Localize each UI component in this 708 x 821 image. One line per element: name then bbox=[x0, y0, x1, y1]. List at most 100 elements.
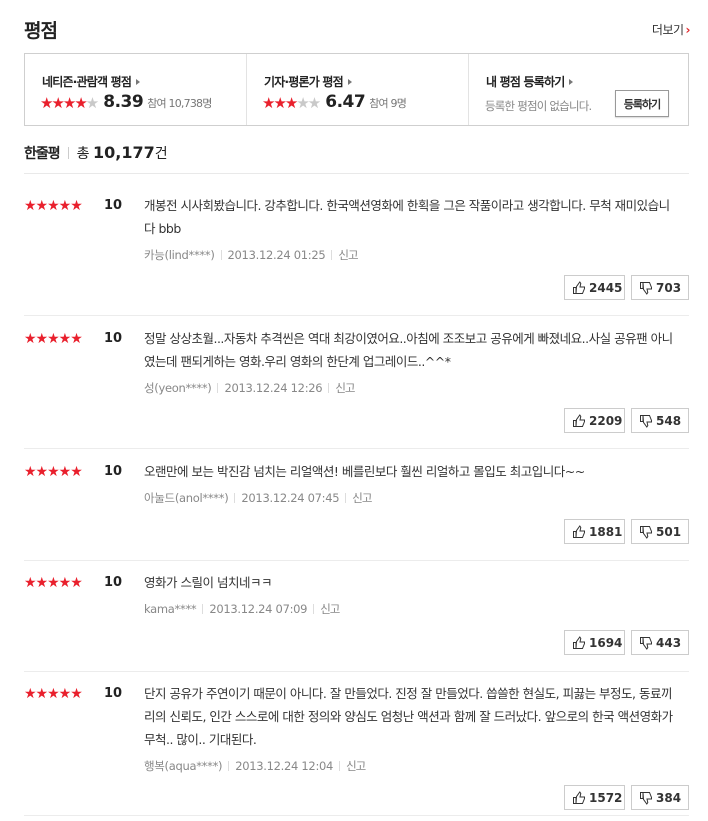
triangle-right-icon bbox=[136, 79, 141, 85]
stars-empty: ★★ bbox=[296, 94, 321, 112]
netizen-rating-label: 네티즌·관람객 평점 bbox=[42, 75, 132, 89]
thumbs-up-icon bbox=[573, 635, 585, 649]
review-total-prefix: 총 bbox=[76, 146, 90, 162]
triangle-right-icon bbox=[569, 79, 574, 85]
section-header: 평점 더보기 › bbox=[24, 16, 691, 44]
divider bbox=[331, 250, 333, 260]
more-label: 더보기 bbox=[651, 23, 684, 37]
review-score: 10 bbox=[104, 686, 123, 701]
review-stars: ★★★★★ bbox=[24, 686, 83, 702]
like-count: 1881 bbox=[589, 524, 623, 539]
review-date: 2013.12.24 07:45 bbox=[241, 491, 340, 505]
dislike-count: 501 bbox=[656, 524, 682, 539]
my-rating-link[interactable]: 내 평점 등록하기 bbox=[486, 73, 574, 90]
review-date: 2013.12.24 12:26 bbox=[224, 381, 323, 395]
review-stars: ★★★★★ bbox=[24, 331, 83, 347]
review-score: 10 bbox=[104, 331, 123, 346]
review-meta: 아눌드(anol****) 2013.12.24 07:45 신고 bbox=[144, 490, 372, 506]
thumbs-up-icon bbox=[573, 413, 585, 427]
review-total-suffix: 건 bbox=[154, 146, 168, 162]
review-item: ★★★★★ 10 영화가 스릴이 넘치네ㅋㅋ kama**** 2013.12.2… bbox=[24, 575, 689, 672]
like-button[interactable]: 1881 bbox=[564, 519, 625, 544]
like-button[interactable]: 2209 bbox=[564, 408, 625, 433]
triangle-right-icon bbox=[347, 79, 352, 85]
review-item: ★★★★★ 10 개봉전 시사회봤습니다. 강추합니다. 한국액션영화에 한획을… bbox=[24, 198, 689, 316]
divider bbox=[313, 604, 315, 614]
like-button[interactable]: 1572 bbox=[564, 785, 625, 810]
critic-participants: 참여 9명 bbox=[369, 97, 407, 110]
divider bbox=[328, 383, 330, 393]
review-count: 한줄평 총 10,177건 bbox=[24, 143, 168, 163]
review-score: 10 bbox=[104, 464, 123, 479]
review-author[interactable]: 아눌드(anol****) bbox=[144, 491, 229, 505]
review-score: 10 bbox=[104, 575, 123, 590]
review-meta: 카능(lind****) 2013.12.24 01:25 신고 bbox=[144, 247, 359, 263]
review-count-label: 한줄평 bbox=[24, 146, 61, 162]
stars-filled: ★★★★ bbox=[40, 94, 88, 112]
divider bbox=[67, 147, 69, 159]
review-meta: kama**** 2013.12.24 07:09 신고 bbox=[144, 601, 340, 617]
critic-rating-label: 기자·평론가 평점 bbox=[264, 75, 344, 89]
netizen-score: 8.39 bbox=[103, 92, 144, 112]
review-stars: ★★★★★ bbox=[24, 464, 83, 480]
dislike-button[interactable]: 384 bbox=[631, 785, 689, 810]
review-text: 개봉전 시사회봤습니다. 강추합니다. 한국액션영화에 한획을 그은 작품이라고… bbox=[144, 198, 670, 236]
divider bbox=[217, 383, 219, 393]
report-link[interactable]: 신고 bbox=[338, 248, 358, 262]
thumbs-up-icon bbox=[573, 790, 585, 804]
no-rating-text: 등록한 평점이 없습니다. bbox=[485, 99, 592, 113]
review-stars: ★★★★★ bbox=[24, 575, 83, 591]
dislike-count: 703 bbox=[656, 280, 682, 295]
like-button[interactable]: 1694 bbox=[564, 630, 625, 655]
rating-summary-box: 네티즌·관람객 평점 ★★★★★ 8.39 참여 10,738명 기자·평론가 평점… bbox=[24, 53, 689, 126]
thumbs-down-icon bbox=[640, 281, 652, 295]
divider bbox=[220, 250, 222, 260]
critic-score: 6.47 bbox=[325, 92, 366, 112]
review-text: 정말 상상초월...자동차 추격씬은 역대 최강이였어요..아침에 조조보고 공… bbox=[144, 331, 673, 369]
thumbs-up-icon bbox=[573, 524, 585, 538]
review-text: 오랜만에 보는 박진감 넘치는 리얼액션! 베를린보다 훨씬 리얼하고 몰입도 … bbox=[144, 464, 585, 479]
critic-rating-link[interactable]: 기자·평론가 평점 bbox=[264, 73, 352, 90]
netizen-rating: 네티즌·관람객 평점 ★★★★★ 8.39 참여 10,738명 bbox=[25, 54, 246, 125]
stars-empty: ★ bbox=[85, 94, 100, 112]
register-rating-button[interactable]: 등록하기 bbox=[615, 90, 669, 117]
review-item: ★★★★★ 10 정말 상상초월...자동차 추격씬은 역대 최강이였어요..아… bbox=[24, 331, 689, 449]
review-author[interactable]: 성(yeon****) bbox=[144, 381, 212, 395]
dislike-button[interactable]: 501 bbox=[631, 519, 689, 544]
dislike-count: 384 bbox=[656, 790, 682, 805]
review-text: 단지 공유가 주연이기 때문이 아니다. 잘 만들었다. 진정 잘 만들었다. … bbox=[144, 686, 673, 747]
review-date: 2013.12.24 07:09 bbox=[209, 602, 308, 616]
like-count: 1694 bbox=[589, 635, 623, 650]
divider bbox=[339, 761, 341, 771]
report-link[interactable]: 신고 bbox=[335, 381, 355, 395]
review-author[interactable]: kama**** bbox=[144, 602, 197, 616]
thumbs-up-icon bbox=[573, 280, 585, 294]
like-button[interactable]: 2445 bbox=[564, 275, 625, 300]
report-link[interactable]: 신고 bbox=[346, 759, 366, 773]
netizen-rating-link[interactable]: 네티즌·관람객 평점 bbox=[42, 73, 141, 90]
thumbs-down-icon bbox=[640, 636, 652, 650]
dislike-button[interactable]: 443 bbox=[631, 630, 689, 655]
like-count: 1572 bbox=[589, 790, 623, 805]
report-link[interactable]: 신고 bbox=[352, 491, 372, 505]
report-link[interactable]: 신고 bbox=[320, 602, 340, 616]
dislike-button[interactable]: 703 bbox=[631, 275, 689, 300]
my-rating-label: 내 평점 등록하기 bbox=[486, 75, 565, 89]
review-item: ★★★★★ 10 오랜만에 보는 박진감 넘치는 리얼액션! 베를린보다 훨씬 … bbox=[24, 464, 689, 561]
divider bbox=[202, 604, 204, 614]
review-author[interactable]: 카능(lind****) bbox=[144, 248, 215, 262]
stars-filled: ★★★ bbox=[262, 94, 298, 112]
divider bbox=[345, 493, 347, 503]
dislike-count: 548 bbox=[656, 413, 682, 428]
critic-stars: ★★★★★ bbox=[262, 94, 321, 112]
more-link[interactable]: 더보기 › bbox=[651, 21, 691, 38]
my-rating: 내 평점 등록하기 등록한 평점이 없습니다. 등록하기 bbox=[468, 54, 688, 125]
like-count: 2445 bbox=[589, 280, 623, 295]
divider bbox=[24, 173, 689, 174]
dislike-button[interactable]: 548 bbox=[631, 408, 689, 433]
like-count: 2209 bbox=[589, 413, 623, 428]
thumbs-down-icon bbox=[640, 791, 652, 805]
review-date: 2013.12.24 01:25 bbox=[227, 248, 326, 262]
review-date: 2013.12.24 12:04 bbox=[235, 759, 334, 773]
review-author[interactable]: 행복(aqua****) bbox=[144, 759, 223, 773]
